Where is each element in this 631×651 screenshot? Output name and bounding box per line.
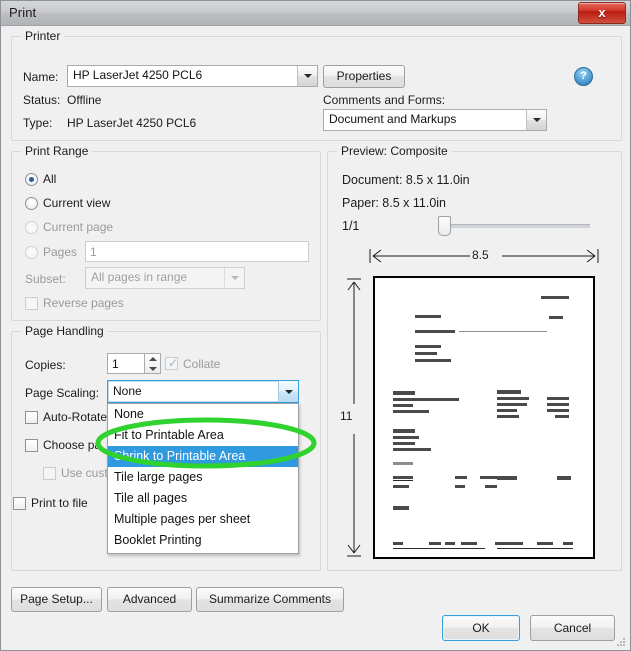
check-tick-icon: ✓ (168, 356, 179, 370)
page-setup-button[interactable]: Page Setup... (11, 587, 102, 612)
preview-height-dimension-label: 11 (340, 409, 353, 423)
dropdown-item-fit-to-printable-area[interactable]: Fit to Printable Area (108, 425, 298, 446)
dropdown-item-tile-all-pages[interactable]: Tile all pages (108, 488, 298, 509)
dropdown-item-none[interactable]: None (108, 404, 298, 425)
preview-paper-size: Paper: 8.5 x 11.0in (342, 196, 447, 210)
checkbox-reverse-pages (25, 297, 38, 310)
radio-all-label: All (43, 172, 57, 186)
radio-all[interactable] (25, 173, 38, 186)
preview-page-slider-thumb[interactable] (438, 216, 451, 236)
pages-input: 1 (85, 241, 309, 262)
stepper-up-icon[interactable] (149, 357, 157, 361)
checkbox-auto-rotate[interactable] (25, 411, 38, 424)
page-scaling-label: Page Scaling: (25, 386, 100, 400)
radio-pages-label: Pages (43, 245, 78, 259)
close-button[interactable]: x (578, 2, 626, 24)
preview-paper-page (373, 276, 595, 559)
radio-current-view-label: Current view (43, 196, 111, 210)
window-title: Print (9, 5, 37, 20)
subset-value: All pages in range (91, 270, 188, 284)
copies-input[interactable]: 1 (107, 353, 147, 374)
chevron-down-icon[interactable] (278, 381, 298, 402)
radio-current-view[interactable] (25, 197, 38, 210)
dropdown-item-booklet-printing[interactable]: Booklet Printing (108, 530, 298, 551)
advanced-button[interactable]: Advanced (107, 587, 192, 612)
checkbox-choose-paper-source[interactable] (25, 439, 38, 452)
checkbox-collate: ✓ (165, 357, 178, 370)
chevron-down-icon (224, 268, 244, 288)
checkbox-print-to-file[interactable] (13, 497, 26, 510)
chevron-down-icon[interactable] (297, 66, 317, 86)
preview-page-indicator: 1/1 (342, 219, 360, 233)
page-handling-group-title: Page Handling (21, 324, 108, 338)
checkbox-use-custom-paper-size (43, 467, 56, 480)
radio-current-page-label: Current page (43, 220, 114, 234)
cancel-button[interactable]: Cancel (530, 615, 615, 641)
preview-width-dimension-label: 8.5 (472, 248, 489, 262)
copies-label: Copies: (25, 358, 66, 372)
radio-dot (29, 177, 34, 182)
print-range-group-title: Print Range (21, 144, 93, 158)
copies-stepper[interactable] (144, 353, 161, 374)
resize-grip[interactable] (615, 636, 627, 648)
comments-forms-combo[interactable]: Document and Markups (323, 109, 547, 131)
checkbox-auto-rotate-label: Auto-Rotate (43, 410, 108, 424)
checkbox-print-to-file-label: Print to file (31, 496, 88, 510)
dropdown-item-multiple-pages-per-sheet[interactable]: Multiple pages per sheet (108, 509, 298, 530)
page-scaling-combo[interactable]: None (107, 380, 299, 403)
dropdown-item-tile-large-pages[interactable]: Tile large pages (108, 467, 298, 488)
checkbox-collate-label: Collate (183, 357, 221, 371)
comments-forms-label: Comments and Forms: (323, 93, 446, 107)
printer-status-value: Offline (67, 93, 102, 107)
printer-status-label: Status: (23, 93, 61, 107)
printer-name-combo[interactable]: HP LaserJet 4250 PCL6 (67, 65, 318, 87)
page-scaling-value: None (113, 384, 142, 398)
printer-name-label: Name: (23, 70, 59, 84)
radio-current-page (25, 221, 38, 234)
subset-combo: All pages in range (85, 267, 245, 289)
comments-forms-value: Document and Markups (329, 112, 457, 126)
ok-button[interactable]: OK (442, 615, 520, 641)
preview-document-content (385, 286, 583, 549)
properties-button[interactable]: Properties (323, 65, 405, 88)
preview-document-size: Document: 8.5 x 11.0in (342, 173, 470, 187)
preview-page-slider-track[interactable] (442, 224, 590, 228)
printer-type-value: HP LaserJet 4250 PCL6 (67, 116, 197, 130)
title-bar: Print x (1, 1, 630, 26)
subset-label: Subset: (25, 272, 66, 286)
page-scaling-dropdown-list[interactable]: None Fit to Printable Area Shrink to Pri… (107, 403, 299, 554)
print-dialog: Print x Printer Name: HP LaserJet 4250 P… (0, 0, 631, 651)
stepper-down-icon[interactable] (149, 367, 157, 371)
preview-group-title: Preview: Composite (337, 144, 452, 158)
help-icon[interactable]: ? (574, 67, 593, 86)
checkbox-choose-paper-source-label: Choose pa (43, 438, 102, 452)
printer-group-title: Printer (21, 29, 65, 43)
checkbox-reverse-pages-label: Reverse pages (43, 296, 124, 310)
radio-pages (25, 246, 38, 259)
summarize-comments-button[interactable]: Summarize Comments (196, 587, 344, 612)
printer-name-value: HP LaserJet 4250 PCL6 (73, 68, 203, 82)
chevron-down-icon[interactable] (526, 110, 546, 130)
dropdown-item-shrink-to-printable-area[interactable]: Shrink to Printable Area (108, 446, 298, 467)
printer-type-label: Type: (23, 116, 53, 130)
